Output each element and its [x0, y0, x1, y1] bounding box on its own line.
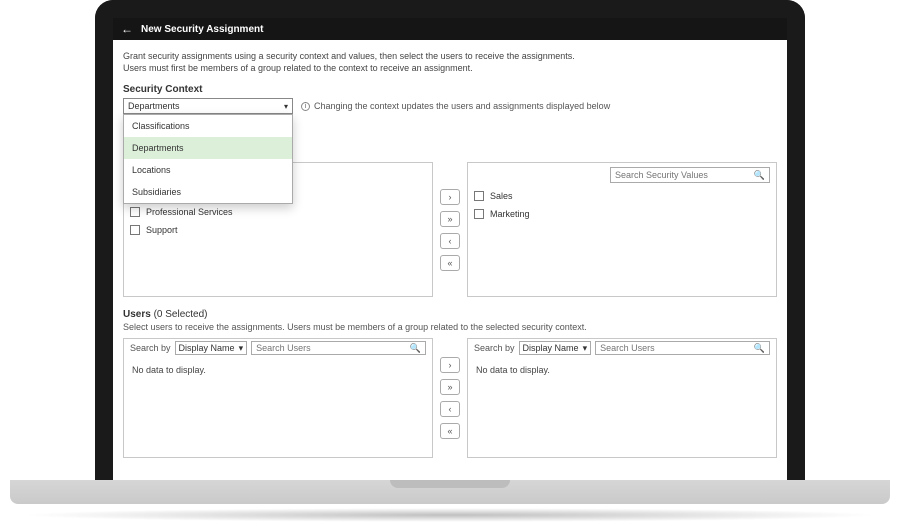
back-icon[interactable]: ←: [121, 22, 133, 36]
context-hint-text: Changing the context updates the users a…: [314, 101, 610, 111]
intro-text: Grant security assignments using a secur…: [123, 50, 777, 74]
checkbox[interactable]: [474, 209, 484, 219]
chevron-down-icon: ▾: [284, 102, 288, 111]
security-context-select[interactable]: Departments ▾: [123, 98, 293, 114]
titlebar: ← New Security Assignment: [113, 18, 787, 40]
move-all-left-button[interactable]: «: [440, 255, 460, 271]
move-left-button[interactable]: ‹: [440, 401, 460, 417]
search-by-label: Search by: [474, 343, 515, 353]
users-section: Users (0 Selected) Select users to recei…: [123, 309, 777, 458]
transfer-controls: › » ‹ «: [439, 162, 461, 297]
search-by-select[interactable]: Display Name ▾: [175, 341, 248, 355]
search-icon: 🔍: [754, 343, 765, 354]
available-users-header: Search by Display Name ▾ 🔍: [124, 339, 432, 357]
search-icon: 🔍: [410, 343, 421, 354]
move-right-button[interactable]: ›: [440, 189, 460, 205]
list-item: Professional Services: [130, 203, 426, 221]
search-by-value: Display Name: [523, 343, 579, 353]
search-security-values[interactable]: 🔍: [610, 167, 770, 183]
users-selected-count: (0 Selected): [154, 309, 208, 320]
info-icon: i: [301, 102, 310, 111]
users-title: Users (0 Selected): [123, 309, 777, 320]
context-row: Departments ▾ Classifications Department…: [123, 98, 777, 114]
page-title: New Security Assignment: [141, 24, 263, 35]
selected-users-search-input[interactable]: [600, 343, 754, 353]
users-transfer-controls: › » ‹ «: [439, 338, 461, 458]
dropdown-option-locations[interactable]: Locations: [124, 159, 292, 181]
value-label: Support: [146, 225, 178, 235]
dropdown-option-classifications[interactable]: Classifications: [124, 115, 292, 137]
move-right-button[interactable]: ›: [440, 357, 460, 373]
security-context-value: Departments: [128, 101, 180, 111]
security-context-dropdown: Classifications Departments Locations Su…: [123, 114, 293, 204]
intro-line1: Grant security assignments using a secur…: [123, 50, 777, 62]
move-all-right-button[interactable]: »: [440, 379, 460, 395]
checkbox[interactable]: [130, 225, 140, 235]
security-context-label: Security Context: [123, 84, 777, 95]
chevron-down-icon: ▾: [239, 343, 244, 354]
checkbox[interactable]: [130, 207, 140, 217]
users-title-label: Users: [123, 309, 151, 320]
available-users-search[interactable]: 🔍: [251, 341, 426, 355]
move-left-button[interactable]: ‹: [440, 233, 460, 249]
dropdown-option-departments[interactable]: Departments: [124, 137, 292, 159]
selected-values-list[interactable]: 🔍 Sales Marketing: [467, 162, 777, 297]
search-by-value: Display Name: [179, 343, 235, 353]
users-hint: Select users to receive the assignments.…: [123, 322, 777, 332]
available-users-search-input[interactable]: [256, 343, 410, 353]
available-users-panel[interactable]: Search by Display Name ▾ 🔍 No data to di…: [123, 338, 433, 458]
search-by-label: Search by: [130, 343, 171, 353]
users-dual-list: Search by Display Name ▾ 🔍 No data to di…: [123, 338, 777, 458]
available-users-empty: No data to display.: [124, 357, 432, 383]
selected-users-empty: No data to display.: [468, 357, 776, 383]
value-label: Professional Services: [146, 207, 233, 217]
selected-users-header: Search by Display Name ▾ 🔍: [468, 339, 776, 357]
selected-users-search[interactable]: 🔍: [595, 341, 770, 355]
move-all-left-button[interactable]: «: [440, 423, 460, 439]
context-hint: i Changing the context updates the users…: [301, 101, 610, 111]
content: Grant security assignments using a secur…: [113, 40, 787, 480]
intro-line2: Users must first be members of a group r…: [123, 62, 777, 74]
search-security-values-input[interactable]: [615, 170, 754, 180]
value-label: Marketing: [490, 209, 530, 219]
move-all-right-button[interactable]: »: [440, 211, 460, 227]
checkbox[interactable]: [474, 191, 484, 201]
chevron-down-icon: ▾: [583, 343, 588, 354]
selected-users-panel[interactable]: Search by Display Name ▾ 🔍 No data to di…: [467, 338, 777, 458]
list-item: Sales: [474, 187, 770, 205]
laptop-base: [10, 480, 890, 504]
list-item: Support: [130, 221, 426, 239]
dropdown-option-subsidiaries[interactable]: Subsidiaries: [124, 181, 292, 203]
search-by-select[interactable]: Display Name ▾: [519, 341, 592, 355]
search-icon: 🔍: [754, 170, 765, 181]
value-label: Sales: [490, 191, 513, 201]
list-item: Marketing: [474, 205, 770, 223]
